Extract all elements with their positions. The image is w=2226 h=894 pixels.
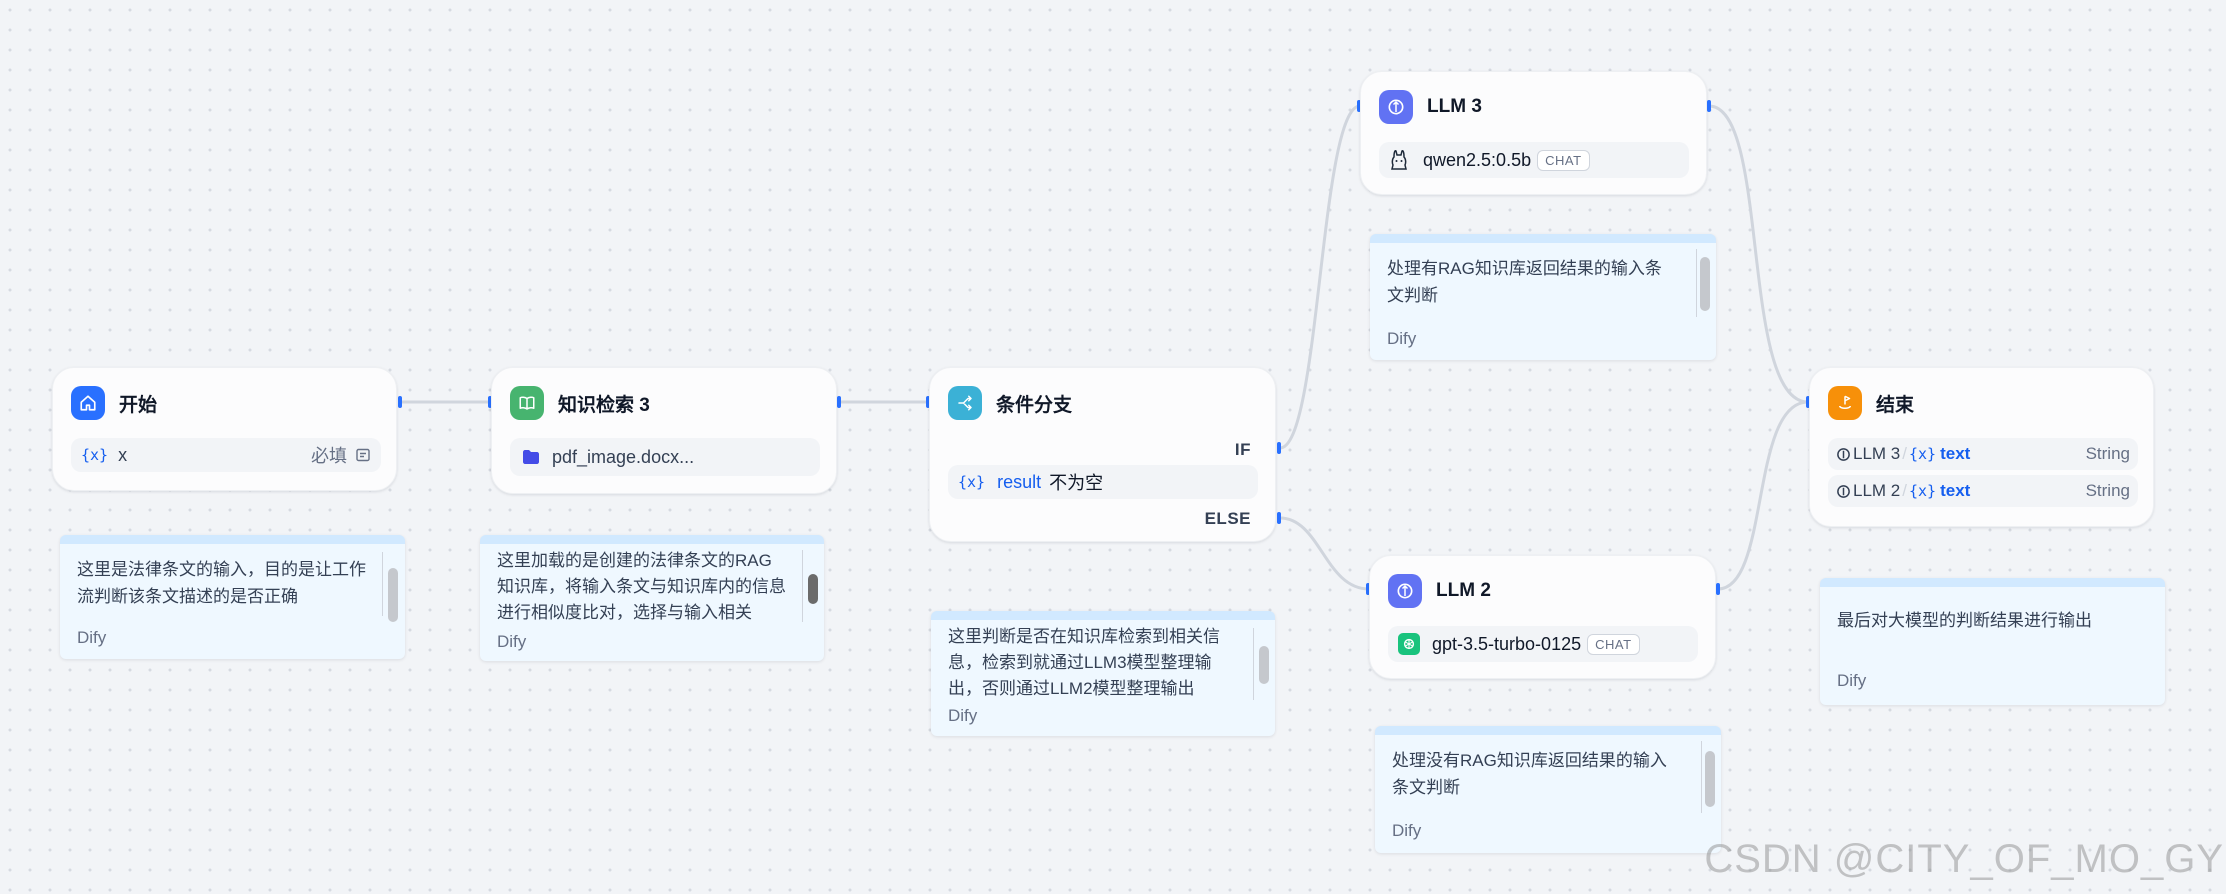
node-llm2[interactable]: LLM 2 gpt-3.5-turbo-0125 CHAT [1369,555,1716,679]
edge-llm3-end [1708,104,1809,404]
output-variable: text [1940,481,1971,500]
start-variable-name: x [118,444,128,465]
end-output-row[interactable]: LLM 3 / {x} text String [1828,438,2138,470]
node-ifelse-header: 条件分支 [948,386,1072,420]
llm-icon [1836,447,1851,462]
ollama-icon [1389,149,1409,171]
node-start-title: 开始 [119,394,158,416]
llm-icon [1388,574,1422,608]
book-icon [510,386,544,420]
note-scrollbar-track [1696,249,1697,317]
note-scrollbar[interactable] [1705,751,1715,807]
note-scrollbar-track [1701,741,1702,813]
variable-icon: {x} [1908,445,1937,463]
node-ifelse-title: 条件分支 [996,394,1073,416]
input-type-icon [355,447,371,463]
llm3-output-handle[interactable] [1707,100,1711,112]
flag-icon [1828,386,1862,420]
note-scrollbar-track [1253,628,1254,700]
note-text: 这里加载的是创建的法律条文的RAG知识库，将输入条文与知识库内的信息进行相似度比… [497,551,786,622]
node-llm2-header: LLM 2 [1388,574,1491,608]
retrieval-output-handle[interactable] [837,396,841,408]
note-text: 处理有RAG知识库返回结果的输入条文判断 [1387,259,1662,305]
note-scrollbar-track [382,552,383,616]
note-author: Dify [1387,329,1417,348]
note-end[interactable]: 最后对大模型的判断结果进行输出 Dify [1820,578,2165,705]
node-start[interactable]: 开始 {x} x 必填 [52,367,397,491]
edge-if-llm3 [1279,104,1361,450]
note-ifelse[interactable]: 这里判断是否在知识库检索到相关信息，检索到就通过LLM3模型整理输出，否则通过L… [931,611,1275,736]
node-llm3-title: LLM 3 [1427,96,1482,117]
if-condition-row[interactable]: {x} result 不为空 [948,465,1258,499]
variable-icon: {x} [81,446,109,464]
retrieval-dataset-row[interactable]: pdf_image.docx... [510,438,820,476]
llm2-model-name: gpt-3.5-turbo-0125 [1432,633,1582,654]
start-variable-row[interactable]: {x} x 必填 [71,438,381,472]
node-retrieval-header: 知识检索 3 [510,386,650,420]
node-llm3[interactable]: LLM 3 qwen2.5:0.5b CHAT [1360,71,1707,195]
llm2-mode-badge: CHAT [1587,633,1640,655]
openai-icon [1398,633,1420,655]
variable-icon: {x} [958,473,986,491]
note-text: 最后对大模型的判断结果进行输出 [1837,611,2092,630]
output-source: LLM 2 [1853,481,1901,500]
node-end[interactable]: 结束 LLM 3 / {x} text String LLM 2 / {x} t… [1809,367,2154,527]
else-output-handle[interactable] [1277,512,1281,524]
path-separator: / [1902,481,1907,500]
llm-icon [1379,90,1413,124]
node-end-header: 结束 [1828,386,1914,420]
node-knowledge-retrieval[interactable]: 知识检索 3 pdf_image.docx... [491,367,837,494]
note-text: 这里判断是否在知识库检索到相关信息，检索到就通过LLM3模型整理输出，否则通过L… [948,627,1220,698]
path-separator: / [1902,444,1907,463]
note-text: 处理没有RAG知识库返回结果的输入条文判断 [1392,751,1667,797]
note-scrollbar-track [802,550,803,622]
note-scrollbar[interactable] [1259,646,1269,684]
note-llm2[interactable]: 处理没有RAG知识库返回结果的输入条文判断 Dify [1375,726,1721,853]
llm2-output-handle[interactable] [1716,583,1720,595]
llm3-model-row[interactable]: qwen2.5:0.5b CHAT [1379,142,1689,178]
output-variable: text [1940,444,1971,463]
if-output-handle[interactable] [1277,442,1281,454]
note-author: Dify [1392,821,1422,840]
start-required-label: 必填 [311,446,347,466]
node-retrieval-title: 知识检索 3 [558,394,650,416]
watermark: CSDN @CITY_OF_MO_GY [1704,837,2224,881]
retrieval-dataset-name: pdf_image.docx... [552,446,695,467]
variable-icon: {x} [1908,482,1937,500]
llm2-model-row[interactable]: gpt-3.5-turbo-0125 CHAT [1388,626,1698,662]
if-branch-label: IF [1234,440,1251,459]
note-author: Dify [497,632,527,651]
branch-icon [948,386,982,420]
note-author: Dify [1837,671,1867,690]
node-end-title: 结束 [1876,394,1915,416]
note-scrollbar[interactable] [388,568,398,622]
condition-variable: result [997,471,1042,492]
else-branch-label: ELSE [1204,509,1251,528]
node-llm2-title: LLM 2 [1436,580,1491,601]
note-retrieval[interactable]: 这里加载的是创建的法律条文的RAG知识库，将输入条文与知识库内的信息进行相似度比… [480,535,824,661]
node-start-header: 开始 [71,386,157,420]
node-llm3-header: LLM 3 [1379,90,1482,124]
note-author: Dify [948,706,978,725]
node-if-else[interactable]: 条件分支 IF {x} result 不为空 ELSE [929,367,1276,542]
edge-else-llm2 [1279,516,1370,591]
note-scrollbar[interactable] [808,574,818,604]
output-source: LLM 3 [1853,444,1901,463]
end-output-row[interactable]: LLM 2 / {x} text String [1828,475,2138,507]
condition-operator: 不为空 [1049,473,1104,493]
llm3-model-name: qwen2.5:0.5b [1423,149,1532,170]
note-start[interactable]: 这里是法律条文的输入，目的是让工作流判断该条文描述的是否正确 Dify [60,535,405,659]
note-llm3[interactable]: 处理有RAG知识库返回结果的输入条文判断 Dify [1370,234,1716,360]
home-icon [71,386,105,420]
output-type: String [2085,444,2130,463]
output-type: String [2085,481,2130,500]
edge-llm2-end [1717,400,1809,591]
llm3-mode-badge: CHAT [1537,149,1590,171]
note-text: 这里是法律条文的输入，目的是让工作流判断该条文描述的是否正确 [77,560,366,606]
note-author: Dify [77,628,107,647]
llm-icon [1836,484,1851,499]
start-output-handle[interactable] [398,396,402,408]
folder-icon [522,449,540,465]
note-scrollbar[interactable] [1700,257,1710,311]
